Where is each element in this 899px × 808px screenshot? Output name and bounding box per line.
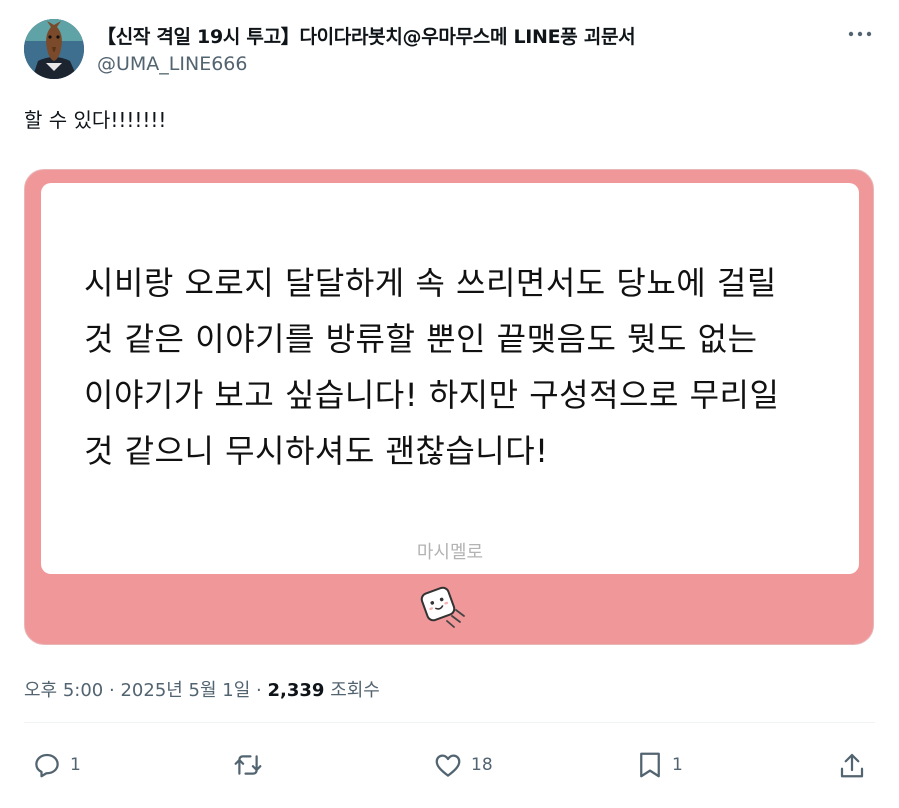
card-brand-label: 마시멜로 [416, 542, 484, 563]
tweet-date[interactable]: 2025년 5월 1일 [120, 680, 250, 701]
like-count: 18 [471, 755, 493, 775]
views-count: 2,339 [267, 680, 325, 701]
bookmark-count: 1 [672, 755, 683, 775]
horse-avatar-icon [24, 19, 84, 79]
views-label: 조회수 [330, 680, 380, 701]
meta-separator: · [109, 680, 115, 701]
more-dots-icon [848, 31, 872, 37]
tweet: 【신작 격일 19시 투고】다이다라봇치@우마무스메 LINE풍 괴문서 @UM… [0, 0, 899, 808]
tweet-text: 할 수 있다!!!!!!! [24, 108, 167, 132]
reply-icon [35, 753, 59, 778]
author-handle[interactable]: @UMA_LINE666 [97, 53, 247, 75]
share-button[interactable] [838, 748, 866, 782]
share-icon [840, 753, 864, 778]
marshmallow-logo-icon [418, 580, 478, 632]
bookmark-button[interactable]: 1 [636, 748, 683, 782]
card-message-box: 시비랑 오로지 달달하게 속 쓰리면서도 당뇨에 걸릴 것 같은 이야기를 방류… [41, 183, 859, 574]
bookmark-icon [640, 752, 660, 778]
retweet-icon [234, 755, 262, 775]
retweet-button[interactable] [232, 748, 272, 782]
divider [24, 722, 875, 723]
meta-separator: · [256, 680, 262, 701]
tweet-meta: 오후 5:00 · 2025년 5월 1일 · 2,339 조회수 [24, 676, 380, 702]
like-button[interactable]: 18 [433, 748, 493, 782]
reply-count: 1 [70, 755, 81, 775]
heart-icon [435, 754, 461, 777]
author-avatar[interactable] [24, 19, 84, 79]
tweet-time[interactable]: 오후 5:00 [24, 680, 103, 701]
author-display-name[interactable]: 【신작 격일 19시 투고】다이다라봇치@우마무스메 LINE풍 괴문서 [97, 22, 636, 49]
marshmallow-card-image[interactable]: 시비랑 오로지 달달하게 속 쓰리면서도 당뇨에 걸릴 것 같은 이야기를 방류… [24, 169, 874, 645]
reply-button[interactable]: 1 [32, 748, 81, 782]
more-options-button[interactable] [842, 22, 878, 46]
card-message-text: 시비랑 오로지 달달하게 속 쓰리면서도 당뇨에 걸릴 것 같은 이야기를 방류… [84, 264, 780, 470]
